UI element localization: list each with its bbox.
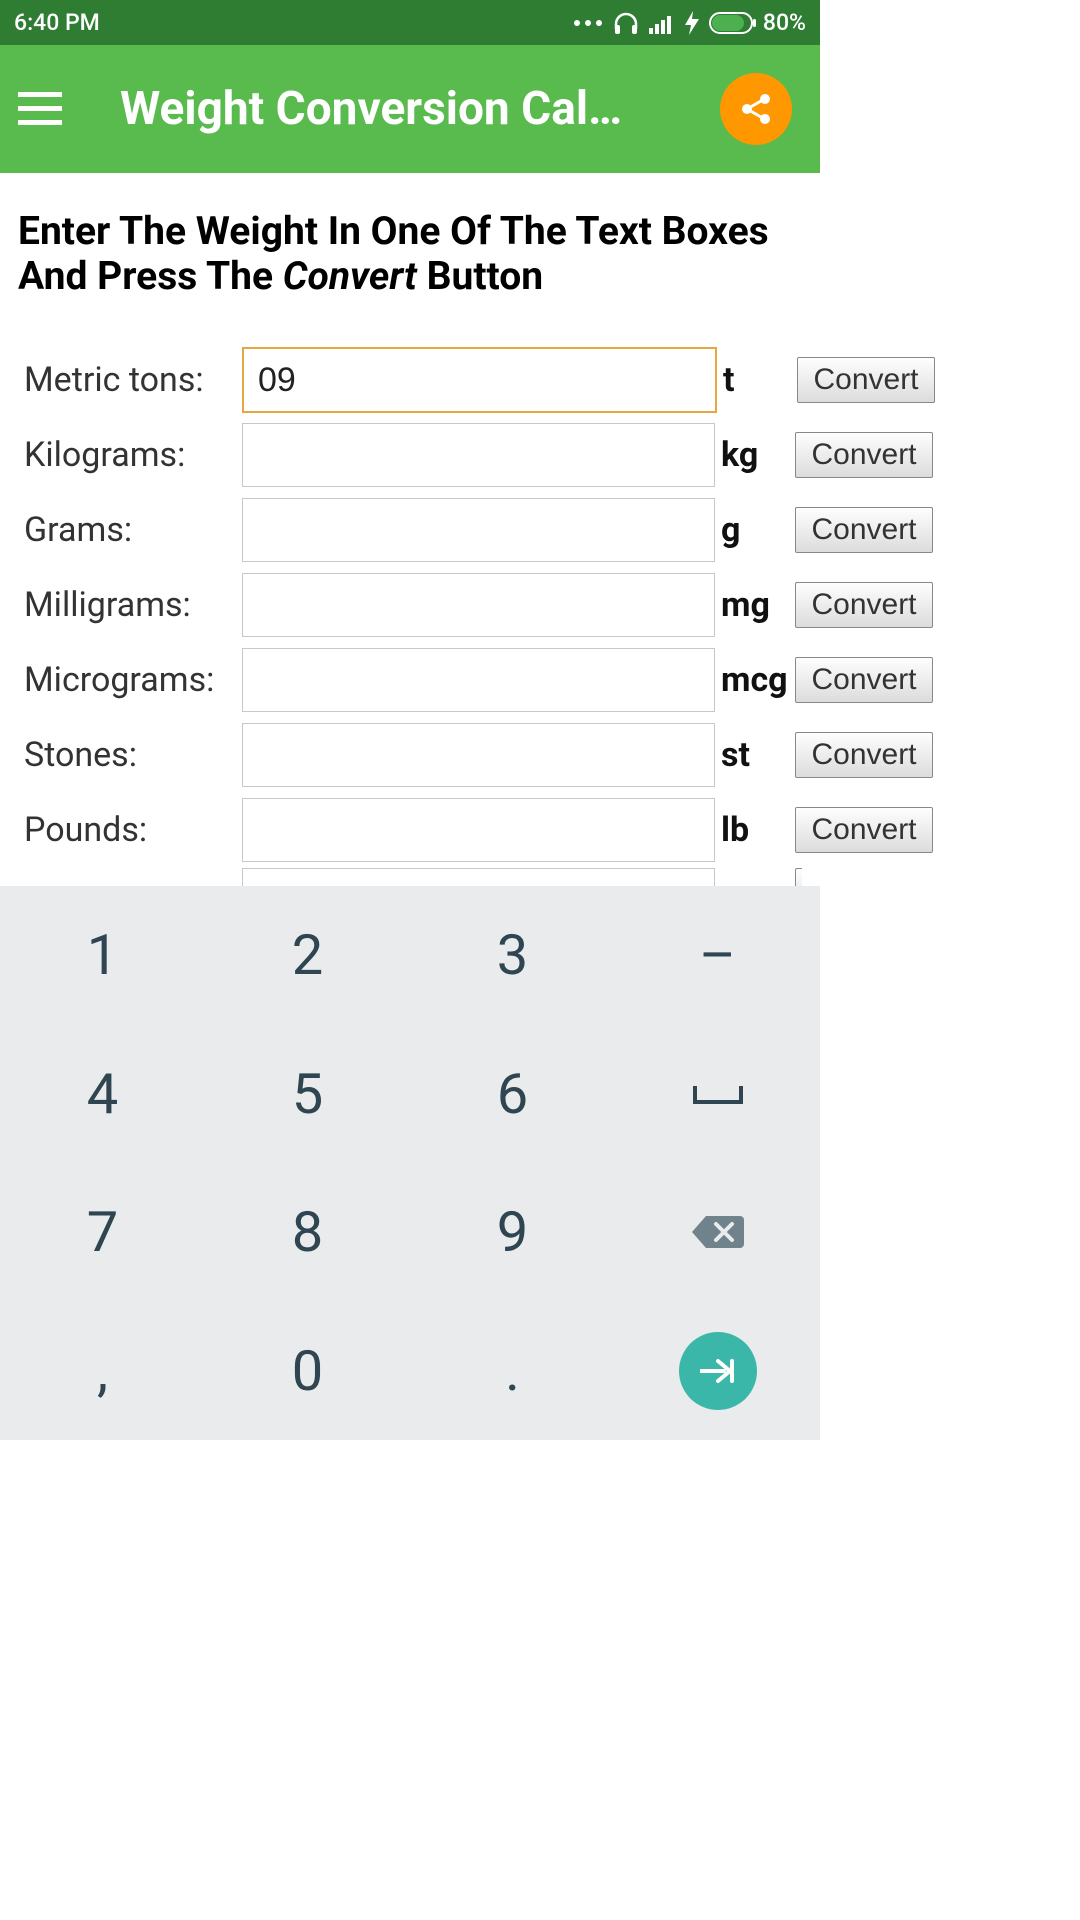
app-bar: Weight Conversion Cal… xyxy=(0,45,820,173)
key-5[interactable]: 5 xyxy=(205,1025,410,1164)
instruction-text: Enter The Weight In One Of The Text Boxe… xyxy=(18,209,802,299)
convert-button-micrograms[interactable]: Convert xyxy=(795,657,933,703)
row-kilograms: Kilograms: kg Convert xyxy=(18,418,802,493)
charging-bolt-icon xyxy=(685,11,699,35)
status-icons: 80% xyxy=(573,9,806,36)
key-period[interactable]: . xyxy=(410,1302,615,1441)
convert-button-kilograms[interactable]: Convert xyxy=(795,432,933,478)
unit-grams: g xyxy=(715,510,795,550)
key-backspace[interactable] xyxy=(615,1163,820,1302)
battery-icon xyxy=(709,12,757,34)
headphones-icon xyxy=(613,11,639,35)
row-pounds: Pounds: lb Convert xyxy=(18,793,802,868)
label-pounds: Pounds: xyxy=(24,810,242,850)
enter-arrow-icon xyxy=(696,1355,740,1387)
label-kilograms: Kilograms: xyxy=(24,435,242,475)
input-grams[interactable] xyxy=(242,498,715,562)
unit-pounds: lb xyxy=(715,810,795,850)
numeric-keyboard: 1 2 3 – 4 5 6 7 8 9 , 0 . xyxy=(0,886,820,1440)
label-milligrams: Milligrams: xyxy=(24,585,242,625)
convert-button-stones[interactable]: Convert xyxy=(795,732,933,778)
input-stones[interactable] xyxy=(242,723,715,787)
menu-button[interactable] xyxy=(0,45,80,173)
instruction-suffix: Button xyxy=(417,253,543,299)
signal-icon xyxy=(649,12,675,34)
key-0[interactable]: 0 xyxy=(205,1302,410,1441)
share-button[interactable] xyxy=(720,73,792,145)
share-icon xyxy=(738,91,774,127)
row-stones: Stones: st Convert xyxy=(18,718,802,793)
key-comma[interactable]: , xyxy=(0,1302,205,1441)
label-grams: Grams: xyxy=(24,510,242,550)
status-bar: 6:40 PM 80% xyxy=(0,0,820,45)
row-metric-tons: Metric tons: t Convert xyxy=(18,343,802,418)
input-metric-tons[interactable] xyxy=(242,347,717,413)
page-title: Weight Conversion Cal… xyxy=(120,82,622,136)
key-8[interactable]: 8 xyxy=(205,1163,410,1302)
key-7[interactable]: 7 xyxy=(0,1163,205,1302)
unit-stones: st xyxy=(715,735,795,775)
label-metric-tons: Metric tons: xyxy=(24,360,242,400)
conversion-rows: Metric tons: t Convert Kilograms: kg Con… xyxy=(18,343,802,898)
input-kilograms[interactable] xyxy=(242,423,715,487)
backspace-icon xyxy=(690,1212,746,1252)
convert-button-milligrams[interactable]: Convert xyxy=(795,582,933,628)
space-icon xyxy=(693,1082,743,1106)
content-area: Enter The Weight In One Of The Text Boxe… xyxy=(0,173,820,898)
input-pounds[interactable] xyxy=(242,798,715,862)
key-9[interactable]: 9 xyxy=(410,1163,615,1302)
row-grams: Grams: g Convert xyxy=(18,493,802,568)
instruction-convert-word: Convert xyxy=(283,253,417,299)
unit-milligrams: mg xyxy=(715,585,795,625)
unit-micrograms: mcg xyxy=(715,660,795,700)
unit-kilograms: kg xyxy=(715,435,795,475)
key-4[interactable]: 4 xyxy=(0,1025,205,1164)
convert-button-grams[interactable]: Convert xyxy=(795,507,933,553)
key-6[interactable]: 6 xyxy=(410,1025,615,1164)
row-micrograms: Micrograms: mcg Convert xyxy=(18,643,802,718)
key-space[interactable] xyxy=(615,1025,820,1164)
more-icon xyxy=(573,18,603,28)
input-milligrams[interactable] xyxy=(242,573,715,637)
key-minus[interactable]: – xyxy=(615,886,820,1025)
key-3[interactable]: 3 xyxy=(410,886,615,1025)
status-time: 6:40 PM xyxy=(14,9,100,36)
unit-metric-tons: t xyxy=(717,360,797,400)
label-stones: Stones: xyxy=(24,735,242,775)
label-micrograms: Micrograms: xyxy=(24,660,242,700)
input-micrograms[interactable] xyxy=(242,648,715,712)
battery-percent: 80% xyxy=(763,9,806,36)
row-milligrams: Milligrams: mg Convert xyxy=(18,568,802,643)
convert-button-metric-tons[interactable]: Convert xyxy=(797,357,935,403)
key-2[interactable]: 2 xyxy=(205,886,410,1025)
key-1[interactable]: 1 xyxy=(0,886,205,1025)
key-enter[interactable] xyxy=(615,1302,820,1441)
hamburger-icon xyxy=(18,92,62,126)
convert-button-pounds[interactable]: Convert xyxy=(795,807,933,853)
